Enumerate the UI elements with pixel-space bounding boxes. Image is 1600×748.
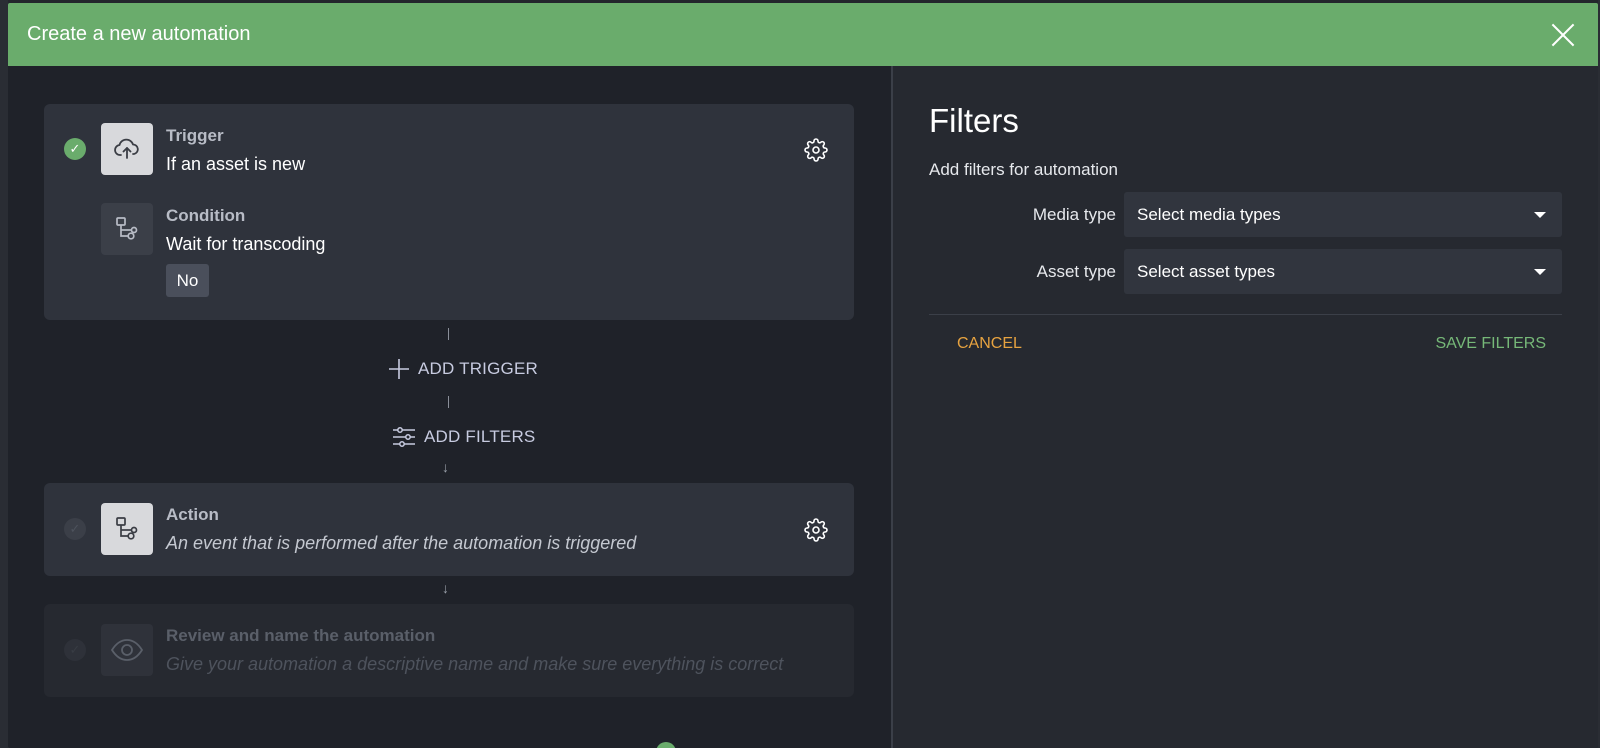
- gear-icon[interactable]: [804, 138, 828, 162]
- condition-text: Wait for transcoding: [166, 234, 326, 254]
- review-heading: Review and name the automation: [166, 626, 436, 645]
- connector-line: [448, 396, 449, 408]
- media-type-select[interactable]: Select media types: [1124, 192, 1562, 237]
- media-type-row: Media type Select media types: [929, 192, 1562, 237]
- caret-down-icon: [1534, 268, 1546, 275]
- background-app-edge: [0, 0, 8, 748]
- flow-icon: [101, 203, 153, 255]
- trigger-heading: Trigger: [166, 126, 224, 145]
- automation-steps-pane: ✓ Trigger If an asset is new Condition W…: [8, 66, 891, 748]
- close-icon[interactable]: [1550, 22, 1576, 48]
- asset-type-label: Asset type: [1036, 261, 1116, 281]
- filters-title: Filters: [929, 102, 1019, 139]
- caret-down-icon: [1534, 211, 1546, 218]
- cloud-upload-icon: [101, 123, 153, 175]
- check-icon: ✓: [64, 138, 86, 160]
- save-filters-button[interactable]: SAVE FILTERS: [1435, 335, 1546, 353]
- asset-type-select[interactable]: Select asset types: [1124, 249, 1562, 294]
- asset-type-value: Select asset types: [1137, 261, 1275, 281]
- cancel-button[interactable]: CANCEL: [957, 335, 1022, 353]
- sliders-icon: [393, 427, 415, 447]
- down-arrow-icon: ↓: [442, 459, 449, 475]
- review-text: Give your automation a descriptive name …: [166, 654, 784, 674]
- add-filters-label: ADD FILTERS: [424, 427, 536, 446]
- condition-heading: Condition: [166, 206, 246, 225]
- media-type-value: Select media types: [1137, 204, 1281, 224]
- modal-header: Create a new automation: [8, 3, 1598, 66]
- media-type-label: Media type: [1032, 204, 1116, 224]
- action-text: An event that is performed after the aut…: [166, 533, 637, 553]
- flow-icon: [101, 503, 153, 555]
- connector-line: [448, 328, 449, 340]
- check-icon: ✓: [64, 639, 86, 661]
- action-card[interactable]: ✓ Action An event that is performed afte…: [44, 483, 854, 576]
- down-arrow-icon: ↓: [442, 580, 449, 596]
- modal-title: Create a new automation: [27, 23, 251, 45]
- filters-actions: CANCEL SAVE FILTERS: [929, 315, 1562, 353]
- plus-icon: [389, 359, 409, 379]
- asset-type-row: Asset type Select asset types: [929, 249, 1562, 294]
- modal-body: ✓ Trigger If an asset is new Condition W…: [8, 66, 1598, 748]
- trigger-card[interactable]: ✓ Trigger If an asset is new Condition W…: [44, 104, 854, 320]
- eye-icon: [101, 624, 153, 676]
- condition-value-chip[interactable]: No: [166, 264, 209, 297]
- check-icon: ✓: [64, 518, 86, 540]
- create-automation-modal: Create a new automation ✓ Trigger If an …: [8, 3, 1598, 748]
- add-trigger-button[interactable]: ADD TRIGGER: [388, 358, 538, 380]
- action-heading: Action: [166, 505, 219, 524]
- trigger-text: If an asset is new: [166, 154, 306, 174]
- filters-subtitle: Add filters for automation: [929, 160, 1118, 179]
- review-card: ✓ Review and name the automation Give yo…: [44, 604, 854, 697]
- add-trigger-label: ADD TRIGGER: [418, 359, 538, 378]
- filters-panel: Filters Add filters for automation Media…: [893, 66, 1598, 748]
- add-filters-button[interactable]: ADD FILTERS: [392, 426, 535, 448]
- gear-icon[interactable]: [804, 518, 828, 542]
